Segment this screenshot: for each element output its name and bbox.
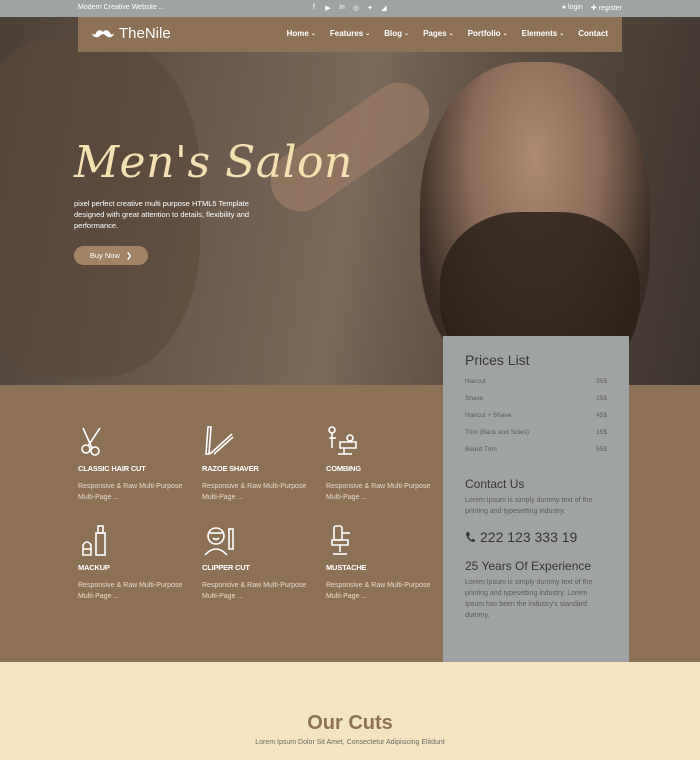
chevron-down-icon: ⌄ xyxy=(448,31,454,37)
price-item-name: Beard Trim xyxy=(465,446,497,453)
nav-item-features[interactable]: Features ⌄ xyxy=(330,29,370,38)
nav-item-pages[interactable]: Pages ⌄ xyxy=(423,29,454,38)
price-list: Haircut 35$ Shave 25$ Haircut + Shave 45$ Trim… xyxy=(465,378,607,463)
login-link[interactable]: ● login xyxy=(562,4,583,12)
service-title: CLASSIC HAIR CUT xyxy=(78,464,146,473)
chevron-down-icon: ⌄ xyxy=(404,31,410,37)
logo-text: TheNile xyxy=(119,25,171,42)
social-links: f ▶ in ◎ ✦ ◢ xyxy=(310,3,388,12)
service-classic-hair-cut[interactable]: CLASSIC HAIR CUT Responsive & Raw Multi-… xyxy=(78,424,193,503)
price-item-value: 25$ xyxy=(596,395,607,402)
main-nav: TheNile Home ⌄ Features ⌄ Blog ⌄ Pages ⌄ Portfol… xyxy=(78,17,622,52)
service-title: MUSTACHE xyxy=(326,563,367,572)
service-description: Responsive & Raw Multi-Purpose Multi-Pag… xyxy=(202,582,307,600)
lock-icon: ● xyxy=(561,4,567,11)
hero-title: Men's Salon xyxy=(74,137,353,188)
nav-item-label: Pages xyxy=(423,29,447,38)
price-item-value: 45$ xyxy=(596,412,607,419)
register-label: register xyxy=(598,5,622,12)
linkedin-icon[interactable]: in xyxy=(338,3,346,12)
chevron-right-icon: ❯ xyxy=(125,251,133,260)
nav-item-label: Elements xyxy=(521,29,558,38)
price-row: Shave 25$ xyxy=(465,395,607,412)
price-row: Haircut 35$ xyxy=(465,378,607,395)
nav-item-label: Portfolio xyxy=(467,29,501,38)
nav-item-home[interactable]: Home ⌄ xyxy=(287,29,316,38)
buy-now-button[interactable]: Buy Now ❯ xyxy=(74,246,148,265)
barber-icon xyxy=(204,527,234,556)
user-plus-icon: ✚ xyxy=(590,5,597,12)
price-item-value: 55$ xyxy=(596,446,607,453)
chair-icon xyxy=(331,525,350,555)
price-row: Haircut + Shave 45$ xyxy=(465,412,607,429)
nav-item-label: Contact xyxy=(578,29,608,38)
nav-item-blog[interactable]: Blog ⌄ xyxy=(384,29,409,38)
service-title: MACKUP xyxy=(78,563,110,572)
makeup-bottle-icon xyxy=(82,525,106,556)
price-item-value: 35$ xyxy=(596,378,607,385)
contact-text: Lorem Ipsum is simply dummy text of the … xyxy=(465,497,593,515)
prices-title: Prices List xyxy=(465,352,530,368)
tagline: Modern Creative Website ... xyxy=(78,4,165,11)
barber-chair-icon xyxy=(328,426,357,455)
facebook-icon[interactable]: f xyxy=(310,3,318,12)
service-clipper-cut[interactable]: CLIPPER CUT Responsive & Raw Multi-Purpo… xyxy=(202,523,317,602)
price-item-name: Haircut + Shave xyxy=(465,412,512,419)
price-item-name: Shave xyxy=(465,395,484,402)
nav-item-contact[interactable]: Contact xyxy=(578,29,608,38)
nav-menu: Home ⌄ Features ⌄ Blog ⌄ Pages ⌄ Portfolio ⌄ Eleme… xyxy=(287,29,608,38)
rss-icon[interactable]: ◢ xyxy=(380,3,388,12)
site-logo[interactable]: TheNile xyxy=(92,25,171,42)
service-title: RAZOE SHAVER xyxy=(202,464,259,473)
service-description: Responsive & Raw Multi-Purpose Multi-Pag… xyxy=(78,483,183,501)
service-title: CLIPPER CUT xyxy=(202,563,250,572)
phone-number[interactable]: 222 123 333 19 xyxy=(465,529,607,545)
our-cuts-subtitle: Lorem Ipsum Dolor Sit Amet, Consectetur … xyxy=(255,739,445,746)
mustache-icon xyxy=(92,30,114,38)
service-description: Responsive & Raw Multi-Purpose Multi-Pag… xyxy=(202,483,307,501)
service-combing[interactable]: COMBING Responsive & Raw Multi-Purpose M… xyxy=(326,424,441,503)
chevron-down-icon: ⌄ xyxy=(502,31,508,37)
youtube-icon[interactable]: ▶ xyxy=(324,3,332,12)
service-mustache[interactable]: MUSTACHE Responsive & Raw Multi-Purpose … xyxy=(326,523,441,602)
hero-description: pixel perfect creative multi purpose HTM… xyxy=(74,199,250,230)
service-mackup[interactable]: MACKUP Responsive & Raw Multi-Purpose Mu… xyxy=(78,523,193,602)
experience-title: 25 Years Of Experience xyxy=(465,559,592,573)
twitter-icon[interactable]: ✦ xyxy=(366,3,374,12)
auth-links: ● login ✚ register xyxy=(562,4,622,12)
register-link[interactable]: ✚ register xyxy=(591,4,622,12)
nav-item-label: Features xyxy=(329,29,364,38)
experience-text: Lorem Ipsum is simply dummy text of the … xyxy=(465,579,593,619)
phone-icon xyxy=(466,532,475,542)
buy-now-label: Buy Now xyxy=(89,251,120,260)
nav-item-portfolio[interactable]: Portfolio ⌄ xyxy=(468,29,508,38)
service-description: Responsive & Raw Multi-Purpose Multi-Pag… xyxy=(78,582,183,600)
chevron-down-icon: ⌄ xyxy=(559,31,565,37)
phone-text: 222 123 333 19 xyxy=(480,529,578,545)
prices-panel: Prices List Haircut 35$ Shave 25$ Haircut + … xyxy=(443,336,629,662)
chevron-down-icon: ⌄ xyxy=(310,31,316,37)
service-description: Responsive & Raw Multi-Purpose Multi-Pag… xyxy=(326,483,431,501)
contact-title: Contact Us xyxy=(465,477,525,491)
price-row: Beard Trim 55$ xyxy=(465,446,607,463)
nav-item-elements[interactable]: Elements ⌄ xyxy=(522,29,565,38)
our-cuts-title: Our Cuts xyxy=(307,712,393,734)
scissors-icon xyxy=(81,427,101,456)
login-label: login xyxy=(568,4,583,11)
service-description: Responsive & Raw Multi-Purpose Multi-Pag… xyxy=(326,582,431,600)
dribbble-icon[interactable]: ◎ xyxy=(352,3,360,12)
price-item-name: Haircut xyxy=(465,378,486,385)
nav-item-label: Home xyxy=(286,29,309,38)
top-bar: Modern Creative Website ... f ▶ in ◎ ✦ ◢… xyxy=(0,0,700,17)
price-item-value: 15$ xyxy=(596,429,607,436)
service-title: COMBING xyxy=(326,464,361,473)
chevron-down-icon: ⌄ xyxy=(365,31,371,37)
nav-item-label: Blog xyxy=(384,29,403,38)
service-razoe-shaver[interactable]: RAZOE SHAVER Responsive & Raw Multi-Purp… xyxy=(202,424,317,503)
razor-icon xyxy=(205,426,234,455)
price-item-name: Trim (Back and Sides) xyxy=(465,429,530,436)
price-row: Trim (Back and Sides) 15$ xyxy=(465,429,607,446)
